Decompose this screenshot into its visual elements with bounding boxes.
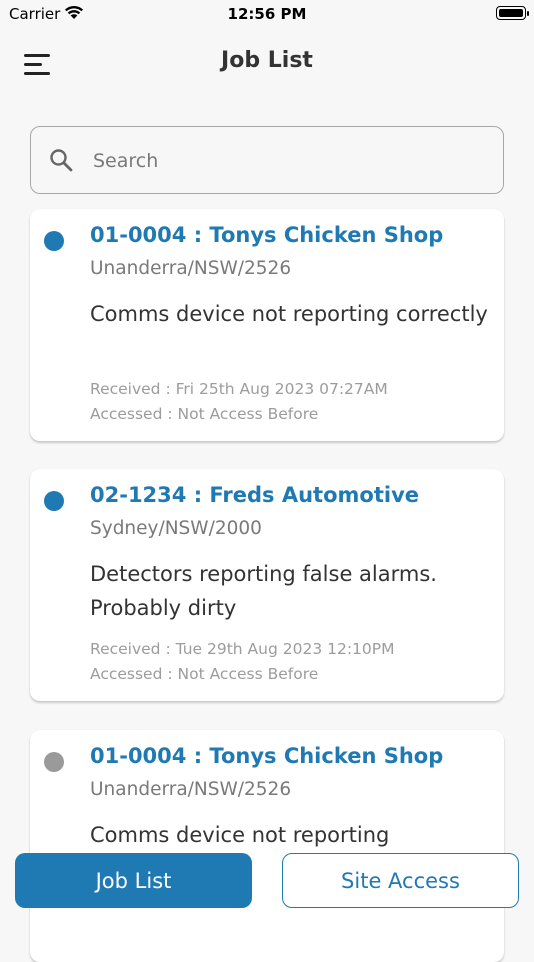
job-title: 01-0004 : Tonys Chicken Shop xyxy=(90,744,444,768)
job-description: Comms device not reporting correctly xyxy=(90,302,488,326)
site-access-button[interactable]: Site Access xyxy=(282,853,519,908)
job-location: Unanderra/NSW/2526 xyxy=(90,779,292,800)
job-card[interactable]: 02-1234 : Freds Automotive Sydney/NSW/20… xyxy=(30,469,504,701)
search-input[interactable] xyxy=(91,141,475,181)
status-bar: Carrier 12:56 PM xyxy=(0,0,534,30)
search-box[interactable] xyxy=(30,126,504,194)
battery-icon xyxy=(496,6,529,20)
job-accessed: Accessed : Not Access Before xyxy=(90,405,319,423)
job-title: 01-0004 : Tonys Chicken Shop xyxy=(90,223,444,247)
status-dot xyxy=(44,752,64,772)
job-received: Received : Tue 29th Aug 2023 12:10PM xyxy=(90,640,395,658)
status-dot xyxy=(44,231,64,251)
job-card[interactable]: 01-0004 : Tonys Chicken Shop Unanderra/N… xyxy=(30,209,504,441)
job-location: Unanderra/NSW/2526 xyxy=(90,258,292,279)
job-received: Received : Fri 25th Aug 2023 07:27AM xyxy=(90,380,388,398)
page-title: Job List xyxy=(221,48,313,73)
app-header: Job List xyxy=(0,40,534,86)
job-list-button[interactable]: Job List xyxy=(15,853,252,908)
job-location: Sydney/NSW/2000 xyxy=(90,518,262,539)
job-description: Comms device not reporting xyxy=(90,823,390,847)
job-card[interactable]: 01-0004 : Tonys Chicken Shop Unanderra/N… xyxy=(30,730,504,962)
status-dot xyxy=(44,491,64,511)
search-icon xyxy=(49,148,73,176)
job-description: Detectors reporting false alarms. Probab… xyxy=(90,562,437,620)
status-time: 12:56 PM xyxy=(227,5,307,23)
job-title: 02-1234 : Freds Automotive xyxy=(90,483,419,507)
job-accessed: Accessed : Not Access Before xyxy=(90,665,319,683)
